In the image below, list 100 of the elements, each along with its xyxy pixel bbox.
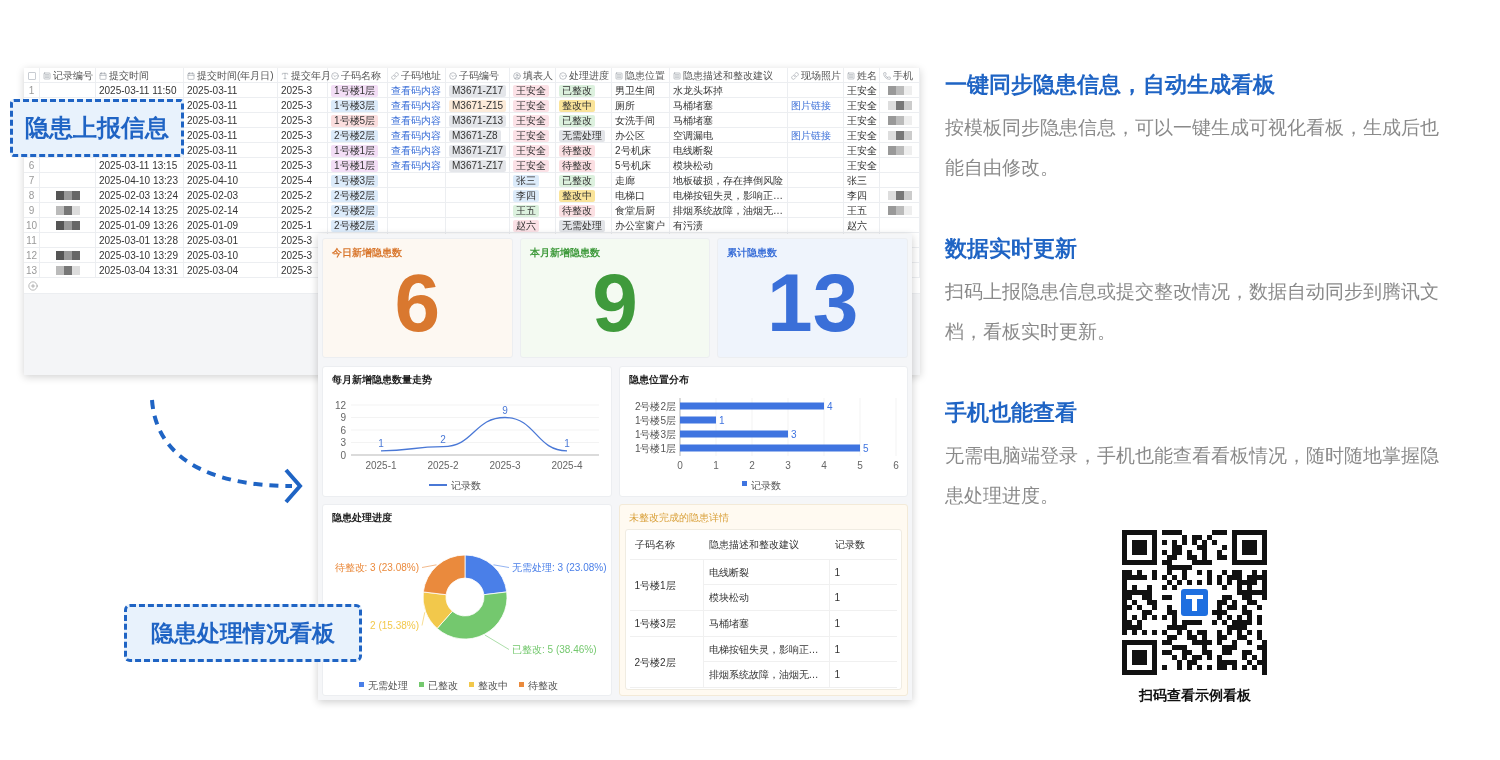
column-header[interactable]: 现场照片: [801, 68, 841, 83]
location-tag: 1号楼3层: [331, 99, 379, 112]
person-tag: 王安全: [513, 114, 549, 127]
link[interactable]: 查看码内容: [391, 83, 441, 98]
status-tag: 无需处理: [559, 219, 605, 232]
column-header: 记录数: [833, 538, 866, 552]
data-label: 1: [378, 437, 384, 449]
leader-line: [421, 611, 426, 626]
table-cell-text: 1: [833, 617, 842, 631]
table-cell-text: 1: [833, 668, 842, 682]
stat-label: 本月新增隐患数: [529, 246, 600, 260]
location-tag: 2号楼2层: [331, 189, 379, 202]
feature-description: 无需电脑端登录，手机也能查看看板情况，随时随地掌握隐患处理进度。: [945, 444, 1440, 508]
column-header[interactable]: 子码编号: [459, 68, 499, 83]
table-cell: 马桶堵塞: [703, 611, 830, 636]
person-tag: 张三: [513, 174, 539, 187]
data-label: 9: [502, 404, 508, 416]
axis-label: 1号楼5层: [634, 414, 676, 426]
column-header: 子码名称: [633, 538, 676, 552]
axis-label: 2025-4: [551, 460, 583, 471]
person-tag: 王安全: [513, 159, 549, 172]
axis-label: 2: [748, 460, 755, 471]
column-header[interactable]: 提交年月: [291, 68, 331, 83]
add-row-icon[interactable]: [28, 280, 38, 291]
legend-label: 已整改: [428, 680, 458, 691]
slice-label: 已整改: 5 (38.46%): [512, 644, 597, 655]
column-header[interactable]: 子码地址: [401, 68, 441, 83]
data-label: 3: [790, 428, 797, 440]
leader-line: [484, 634, 510, 650]
link[interactable]: 查看码内容: [391, 128, 441, 143]
person-tag: 赵六: [513, 219, 539, 232]
column-header[interactable]: 隐患描述和整改建议: [683, 68, 773, 83]
table-cell: 电线断裂: [703, 560, 830, 584]
legend-swatch-icon: [419, 682, 424, 687]
column-header[interactable]: 处理进度: [569, 68, 609, 83]
column-header[interactable]: 提交时间(年月日): [197, 68, 274, 83]
feature-title: 数据实时更新: [945, 235, 1078, 263]
link[interactable]: 图片链接: [791, 98, 831, 113]
qr-caption: 扫码查看示例看板: [1138, 686, 1251, 705]
status-tag: 整改中: [559, 189, 595, 202]
feature-title: 手机也能查看: [945, 399, 1078, 427]
legend-label: 记录数: [750, 479, 781, 491]
legend-swatch-icon: [359, 682, 364, 687]
status-tag: 已整改: [559, 84, 595, 97]
person-tag: 王安全: [513, 129, 549, 142]
link-icon: [391, 71, 399, 80]
dropdown-icon: [331, 71, 339, 80]
axis-label: 5: [856, 460, 863, 471]
person-icon: [513, 71, 521, 80]
status-tag: 待整改: [559, 144, 595, 157]
code-tag: M3671-Z13: [449, 114, 507, 127]
axis-label: 3: [784, 460, 791, 471]
column-header[interactable]: 填表人: [523, 68, 553, 83]
stat-value: 9: [592, 261, 638, 344]
status-tag: 已整改: [559, 174, 595, 187]
link[interactable]: 查看码内容: [391, 113, 441, 128]
axis-label: 1: [712, 460, 719, 471]
column-header[interactable]: 记录编号: [53, 68, 93, 83]
legend-label: 待整改: [528, 680, 558, 691]
link[interactable]: 查看码内容: [391, 98, 441, 113]
column-header[interactable]: 提交时间: [109, 68, 149, 83]
link[interactable]: 查看码内容: [391, 143, 441, 158]
stat-label: 累计隐患数: [727, 246, 778, 260]
select-all-checkbox[interactable]: [27, 71, 36, 80]
table-cell: 1号楼3层: [629, 611, 704, 636]
table-cell: 2号楼2层: [629, 637, 704, 687]
location-tag: 1号楼1层: [331, 159, 379, 172]
column-header[interactable]: 手机: [893, 68, 913, 83]
status-tag: 待整改: [559, 159, 595, 172]
data-label: 2: [440, 433, 446, 445]
column-header[interactable]: 子码名称: [341, 68, 381, 83]
code-tag: M3671-Z17: [449, 144, 507, 157]
data-label: 1: [564, 437, 570, 449]
location-tag: 2号楼2层: [331, 219, 379, 232]
code-tag: M3671-Z8: [449, 129, 501, 142]
dropdown-icon: [559, 71, 567, 80]
location-tag: 2号楼2层: [331, 204, 379, 217]
table-cell: 1号楼1层: [629, 560, 704, 610]
axis-label: 3: [340, 437, 346, 448]
axis-label: 4: [820, 460, 827, 471]
status-tag: 整改中: [559, 99, 595, 112]
calendar-icon: [187, 71, 195, 80]
location-tag: 2号楼2层: [331, 129, 379, 142]
code-tag: M3671-Z17: [449, 159, 507, 172]
column-header[interactable]: 姓名: [857, 68, 877, 83]
column-header[interactable]: 隐患位置: [625, 68, 665, 83]
legend-label: 无需处理: [368, 680, 408, 691]
data-label: 5: [862, 442, 869, 454]
feature-description: 按模板同步隐患信息，可以一键生成可视化看板，生成后也能自由修改。: [945, 116, 1440, 180]
legend-swatch-icon: [519, 682, 524, 687]
link[interactable]: 查看码内容: [391, 158, 441, 173]
axis-label: 9: [340, 412, 346, 423]
leader-line: [421, 564, 437, 568]
person-tag: 王五: [513, 204, 539, 217]
axis-label: 6: [340, 424, 346, 436]
link[interactable]: 图片链接: [791, 128, 831, 143]
data-label: 4: [826, 400, 833, 412]
table-cell: 模块松动: [703, 585, 830, 610]
text-field-icon: [673, 71, 681, 80]
chart-title: 隐患位置分布: [628, 374, 689, 386]
